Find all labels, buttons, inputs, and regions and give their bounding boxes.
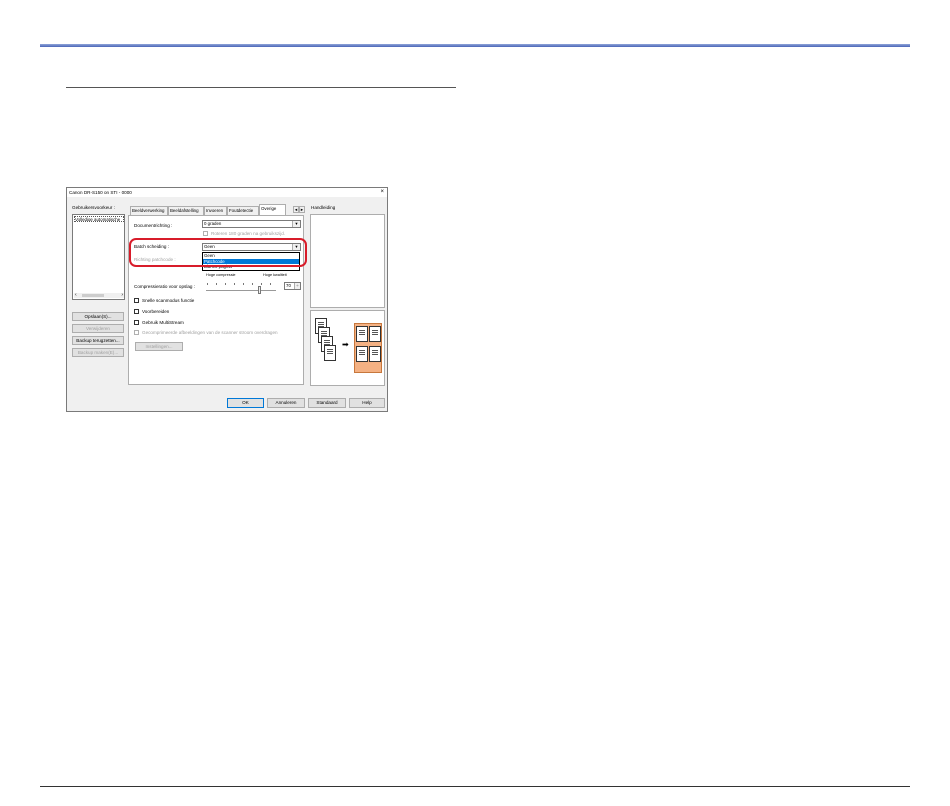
slider-tick: [207, 283, 208, 285]
user-prefs-list[interactable]: Volledige automatische ‹ ›: [72, 214, 125, 300]
compression-value: 70: [286, 283, 291, 288]
help-panel: [310, 214, 385, 308]
save-button[interactable]: Opslaan(S)...: [72, 312, 124, 321]
section-rule: [66, 87, 456, 88]
header-rule: [40, 44, 910, 47]
slider-tick: [234, 283, 235, 285]
compression-slider[interactable]: [206, 290, 276, 291]
tab-feeding[interactable]: Invoeren: [204, 206, 227, 215]
horizontal-scrollbar[interactable]: ‹ ›: [74, 292, 124, 298]
make-backup-button[interactable]: Backup maken(E)...: [72, 348, 124, 357]
chevron-down-icon[interactable]: ▼: [292, 221, 300, 227]
multistream-label: Gebruik MultiStream: [142, 320, 184, 325]
fast-scan-label: Snelle scanmodus functie: [142, 298, 195, 303]
tab-image-adjustment[interactable]: Beeldafstelling: [168, 206, 204, 215]
delete-button[interactable]: Verwijderen: [72, 324, 124, 333]
cancel-button[interactable]: Annuleren: [267, 398, 305, 408]
document-sheet: [369, 346, 381, 362]
compression-low-label: Hoge compressie: [206, 273, 236, 277]
slider-tick: [225, 283, 226, 285]
help-button[interactable]: Help: [349, 398, 385, 408]
multistream-checkbox[interactable]: [134, 320, 139, 325]
rotation-label: Documentrichting :: [134, 223, 173, 228]
tab-error-detection[interactable]: Foutdetectie: [227, 206, 259, 215]
scanner-settings-dialog: Canon DR-S150 on STI - 0000 × Gebruikers…: [66, 187, 388, 412]
ok-button[interactable]: OK: [227, 398, 264, 408]
rotate-180-label: Roteren 180 graden na gebruikszijd.: [211, 231, 286, 236]
arrow-right-icon: ➡: [342, 340, 349, 349]
scroll-right-icon[interactable]: ›: [121, 292, 123, 298]
compression-high-label: Hoge kwaliteit: [263, 273, 287, 277]
slider-tick: [270, 283, 271, 285]
compression-slider-thumb[interactable]: [258, 286, 261, 294]
tab-other[interactable]: Overige: [259, 204, 286, 215]
scroll-thumb[interactable]: [82, 294, 104, 297]
tab-scroll-right-icon[interactable]: ►: [299, 206, 305, 213]
document-sheet: [356, 326, 368, 342]
prefeed-checkbox[interactable]: [134, 309, 139, 314]
rotation-select[interactable]: 0 graden ▼: [202, 220, 301, 228]
scroll-left-icon[interactable]: ‹: [75, 292, 77, 298]
slider-tick: [252, 283, 253, 285]
rotation-value: 0 graden: [204, 221, 222, 226]
document-sheet: [324, 345, 336, 361]
slider-tick: [261, 283, 262, 285]
transfer-checkbox[interactable]: [134, 330, 139, 335]
fast-scan-checkbox[interactable]: [134, 298, 139, 303]
user-prefs-label: Gebruikersvoorkeur :: [72, 205, 115, 210]
list-item[interactable]: Volledige automatische: [74, 216, 124, 222]
dialog-title: Canon DR-S150 on STI - 0000: [69, 190, 132, 195]
tab-image-processing[interactable]: Beeldverwerking: [130, 206, 168, 215]
prefeed-label: Voorbereiden: [142, 309, 170, 314]
footer-rule: [40, 786, 910, 787]
document-sheet: [369, 326, 381, 342]
transfer-label: Gecomprimeerde afbeeldingen van de scann…: [142, 330, 278, 335]
rotate-180-checkbox[interactable]: [203, 231, 208, 236]
slider-tick: [243, 283, 244, 285]
slider-tick: [216, 283, 217, 285]
multistream-settings-button[interactable]: Instellingen...: [135, 342, 183, 351]
restore-backup-button[interactable]: Backup terugzetten...: [72, 336, 124, 345]
compression-spinner[interactable]: 70 ÷: [284, 282, 301, 290]
batch-illustration: ➡: [310, 310, 385, 386]
dialog-titlebar: Canon DR-S150 on STI - 0000 ×: [67, 188, 387, 197]
highlight-box: [129, 238, 307, 267]
default-button[interactable]: Standaard: [308, 398, 346, 408]
compression-label: Compressieratio voor opslag :: [134, 284, 196, 289]
spinner-icon[interactable]: ÷: [294, 283, 300, 289]
close-icon[interactable]: ×: [380, 189, 384, 195]
help-label: Handleiding: [311, 205, 336, 210]
document-sheet: [356, 346, 368, 362]
